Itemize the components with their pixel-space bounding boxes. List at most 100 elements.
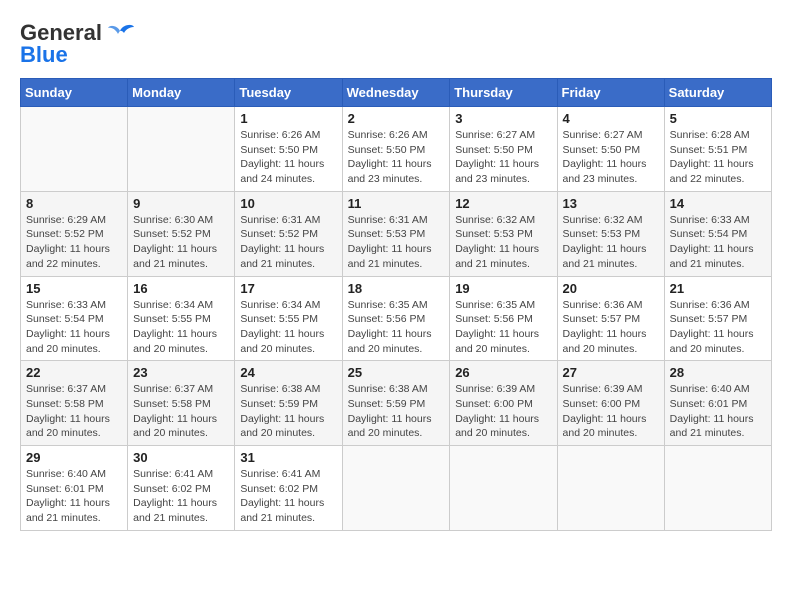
day-number: 21 xyxy=(670,281,766,296)
day-info: Sunrise: 6:37 AM Sunset: 5:58 PM Dayligh… xyxy=(133,382,229,441)
calendar-cell: 11 Sunrise: 6:31 AM Sunset: 5:53 PM Dayl… xyxy=(342,191,450,276)
calendar-week: 29 Sunrise: 6:40 AM Sunset: 6:01 PM Dayl… xyxy=(21,446,772,531)
calendar-cell xyxy=(450,446,557,531)
calendar-cell: 10 Sunrise: 6:31 AM Sunset: 5:52 PM Dayl… xyxy=(235,191,342,276)
calendar-cell: 27 Sunrise: 6:39 AM Sunset: 6:00 PM Dayl… xyxy=(557,361,664,446)
calendar-cell: 21 Sunrise: 6:36 AM Sunset: 5:57 PM Dayl… xyxy=(664,276,771,361)
day-info: Sunrise: 6:35 AM Sunset: 5:56 PM Dayligh… xyxy=(455,298,551,357)
day-header-sunday: Sunday xyxy=(21,79,128,107)
day-number: 26 xyxy=(455,365,551,380)
day-number: 31 xyxy=(240,450,336,465)
logo: General Blue xyxy=(20,20,134,68)
day-info: Sunrise: 6:33 AM Sunset: 5:54 PM Dayligh… xyxy=(26,298,122,357)
day-number: 30 xyxy=(133,450,229,465)
day-info: Sunrise: 6:40 AM Sunset: 6:01 PM Dayligh… xyxy=(670,382,766,441)
day-header-tuesday: Tuesday xyxy=(235,79,342,107)
day-number: 8 xyxy=(26,196,122,211)
day-info: Sunrise: 6:27 AM Sunset: 5:50 PM Dayligh… xyxy=(455,128,551,187)
day-header-thursday: Thursday xyxy=(450,79,557,107)
day-info: Sunrise: 6:34 AM Sunset: 5:55 PM Dayligh… xyxy=(240,298,336,357)
day-number: 5 xyxy=(670,111,766,126)
calendar-cell: 8 Sunrise: 6:29 AM Sunset: 5:52 PM Dayli… xyxy=(21,191,128,276)
calendar-cell xyxy=(557,446,664,531)
day-number: 23 xyxy=(133,365,229,380)
calendar-cell: 3 Sunrise: 6:27 AM Sunset: 5:50 PM Dayli… xyxy=(450,107,557,192)
calendar-cell: 29 Sunrise: 6:40 AM Sunset: 6:01 PM Dayl… xyxy=(21,446,128,531)
day-number: 27 xyxy=(563,365,659,380)
calendar-cell: 13 Sunrise: 6:32 AM Sunset: 5:53 PM Dayl… xyxy=(557,191,664,276)
day-number: 24 xyxy=(240,365,336,380)
calendar-cell: 22 Sunrise: 6:37 AM Sunset: 5:58 PM Dayl… xyxy=(21,361,128,446)
calendar-cell: 24 Sunrise: 6:38 AM Sunset: 5:59 PM Dayl… xyxy=(235,361,342,446)
calendar-week: 15 Sunrise: 6:33 AM Sunset: 5:54 PM Dayl… xyxy=(21,276,772,361)
day-header-friday: Friday xyxy=(557,79,664,107)
calendar-cell: 4 Sunrise: 6:27 AM Sunset: 5:50 PM Dayli… xyxy=(557,107,664,192)
day-number: 14 xyxy=(670,196,766,211)
day-info: Sunrise: 6:30 AM Sunset: 5:52 PM Dayligh… xyxy=(133,213,229,272)
day-info: Sunrise: 6:32 AM Sunset: 5:53 PM Dayligh… xyxy=(455,213,551,272)
calendar-cell: 20 Sunrise: 6:36 AM Sunset: 5:57 PM Dayl… xyxy=(557,276,664,361)
day-info: Sunrise: 6:34 AM Sunset: 5:55 PM Dayligh… xyxy=(133,298,229,357)
calendar-cell: 31 Sunrise: 6:41 AM Sunset: 6:02 PM Dayl… xyxy=(235,446,342,531)
day-number: 10 xyxy=(240,196,336,211)
day-info: Sunrise: 6:36 AM Sunset: 5:57 PM Dayligh… xyxy=(670,298,766,357)
calendar-cell: 2 Sunrise: 6:26 AM Sunset: 5:50 PM Dayli… xyxy=(342,107,450,192)
day-info: Sunrise: 6:26 AM Sunset: 5:50 PM Dayligh… xyxy=(240,128,336,187)
calendar-cell: 14 Sunrise: 6:33 AM Sunset: 5:54 PM Dayl… xyxy=(664,191,771,276)
day-number: 20 xyxy=(563,281,659,296)
day-info: Sunrise: 6:27 AM Sunset: 5:50 PM Dayligh… xyxy=(563,128,659,187)
day-header-saturday: Saturday xyxy=(664,79,771,107)
calendar-cell: 5 Sunrise: 6:28 AM Sunset: 5:51 PM Dayli… xyxy=(664,107,771,192)
day-info: Sunrise: 6:29 AM Sunset: 5:52 PM Dayligh… xyxy=(26,213,122,272)
day-info: Sunrise: 6:28 AM Sunset: 5:51 PM Dayligh… xyxy=(670,128,766,187)
calendar-cell: 23 Sunrise: 6:37 AM Sunset: 5:58 PM Dayl… xyxy=(128,361,235,446)
day-info: Sunrise: 6:35 AM Sunset: 5:56 PM Dayligh… xyxy=(348,298,445,357)
day-number: 9 xyxy=(133,196,229,211)
calendar-week: 1 Sunrise: 6:26 AM Sunset: 5:50 PM Dayli… xyxy=(21,107,772,192)
day-number: 28 xyxy=(670,365,766,380)
day-info: Sunrise: 6:41 AM Sunset: 6:02 PM Dayligh… xyxy=(240,467,336,526)
day-number: 15 xyxy=(26,281,122,296)
day-info: Sunrise: 6:31 AM Sunset: 5:53 PM Dayligh… xyxy=(348,213,445,272)
calendar-cell xyxy=(664,446,771,531)
day-number: 12 xyxy=(455,196,551,211)
day-number: 3 xyxy=(455,111,551,126)
calendar-cell: 17 Sunrise: 6:34 AM Sunset: 5:55 PM Dayl… xyxy=(235,276,342,361)
day-info: Sunrise: 6:31 AM Sunset: 5:52 PM Dayligh… xyxy=(240,213,336,272)
calendar-cell: 15 Sunrise: 6:33 AM Sunset: 5:54 PM Dayl… xyxy=(21,276,128,361)
day-number: 18 xyxy=(348,281,445,296)
day-number: 19 xyxy=(455,281,551,296)
day-number: 1 xyxy=(240,111,336,126)
calendar-cell xyxy=(128,107,235,192)
calendar-cell: 9 Sunrise: 6:30 AM Sunset: 5:52 PM Dayli… xyxy=(128,191,235,276)
calendar-cell: 18 Sunrise: 6:35 AM Sunset: 5:56 PM Dayl… xyxy=(342,276,450,361)
calendar-cell: 30 Sunrise: 6:41 AM Sunset: 6:02 PM Dayl… xyxy=(128,446,235,531)
calendar-cell: 19 Sunrise: 6:35 AM Sunset: 5:56 PM Dayl… xyxy=(450,276,557,361)
day-number: 17 xyxy=(240,281,336,296)
calendar-week: 8 Sunrise: 6:29 AM Sunset: 5:52 PM Dayli… xyxy=(21,191,772,276)
day-info: Sunrise: 6:39 AM Sunset: 6:00 PM Dayligh… xyxy=(563,382,659,441)
day-info: Sunrise: 6:33 AM Sunset: 5:54 PM Dayligh… xyxy=(670,213,766,272)
day-info: Sunrise: 6:37 AM Sunset: 5:58 PM Dayligh… xyxy=(26,382,122,441)
day-number: 11 xyxy=(348,196,445,211)
day-header-monday: Monday xyxy=(128,79,235,107)
day-header-wednesday: Wednesday xyxy=(342,79,450,107)
day-number: 13 xyxy=(563,196,659,211)
calendar-week: 22 Sunrise: 6:37 AM Sunset: 5:58 PM Dayl… xyxy=(21,361,772,446)
calendar-cell: 25 Sunrise: 6:38 AM Sunset: 5:59 PM Dayl… xyxy=(342,361,450,446)
calendar-cell xyxy=(21,107,128,192)
day-number: 22 xyxy=(26,365,122,380)
day-number: 25 xyxy=(348,365,445,380)
day-info: Sunrise: 6:26 AM Sunset: 5:50 PM Dayligh… xyxy=(348,128,445,187)
day-number: 29 xyxy=(26,450,122,465)
logo-blue: Blue xyxy=(20,42,68,68)
calendar-cell: 1 Sunrise: 6:26 AM Sunset: 5:50 PM Dayli… xyxy=(235,107,342,192)
calendar-cell: 26 Sunrise: 6:39 AM Sunset: 6:00 PM Dayl… xyxy=(450,361,557,446)
logo-bird-icon xyxy=(106,23,134,43)
day-info: Sunrise: 6:38 AM Sunset: 5:59 PM Dayligh… xyxy=(348,382,445,441)
calendar: SundayMondayTuesdayWednesdayThursdayFrid… xyxy=(20,78,772,531)
day-number: 16 xyxy=(133,281,229,296)
calendar-cell: 28 Sunrise: 6:40 AM Sunset: 6:01 PM Dayl… xyxy=(664,361,771,446)
day-info: Sunrise: 6:40 AM Sunset: 6:01 PM Dayligh… xyxy=(26,467,122,526)
calendar-cell: 12 Sunrise: 6:32 AM Sunset: 5:53 PM Dayl… xyxy=(450,191,557,276)
